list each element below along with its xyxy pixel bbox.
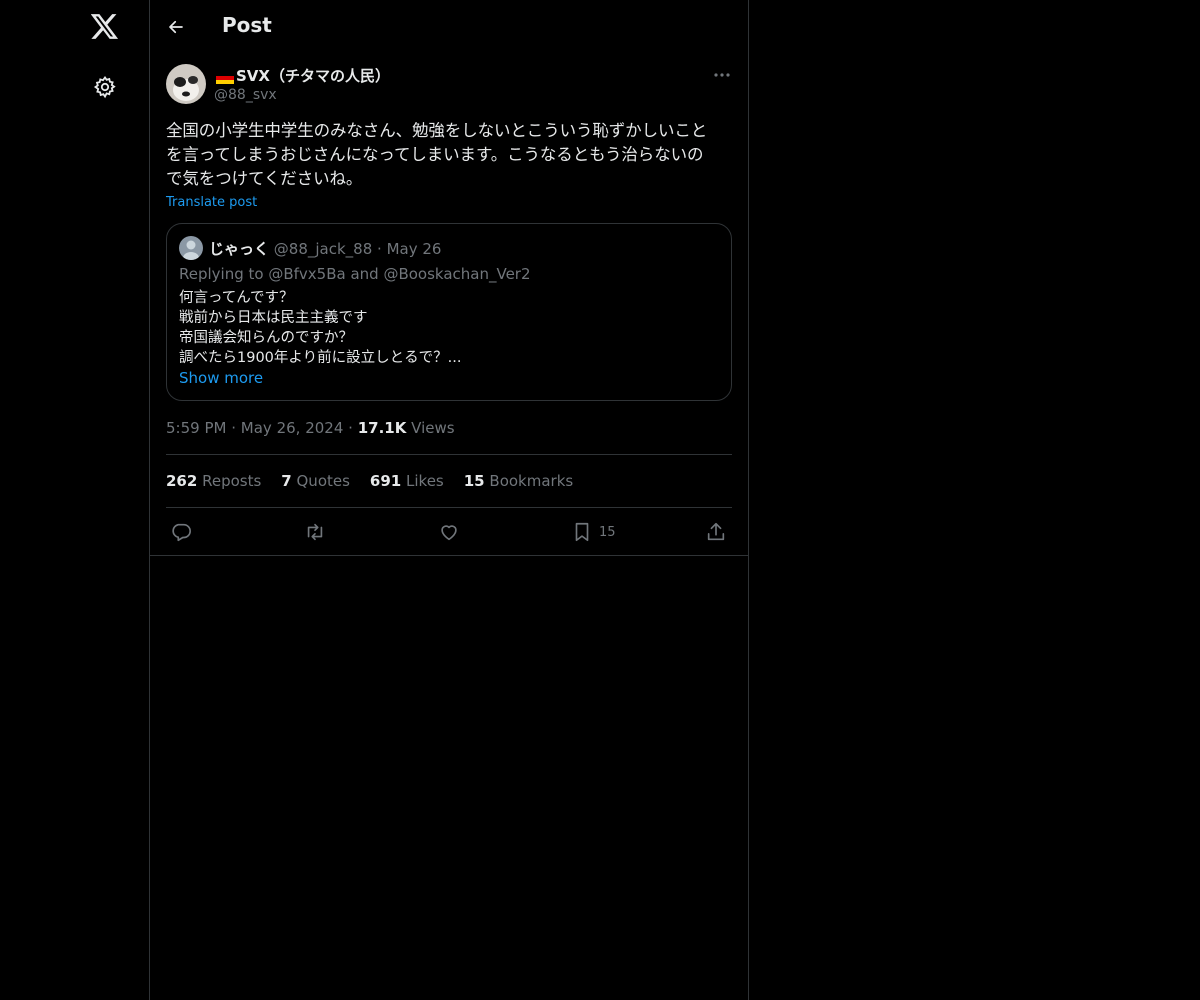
divider xyxy=(150,555,748,556)
x-logo-icon[interactable] xyxy=(89,11,121,43)
quote-header: じゃっく @88_jack_88 · May 26 xyxy=(209,238,441,259)
share-button[interactable] xyxy=(705,519,727,545)
more-dots-icon xyxy=(714,73,730,77)
author-display-name[interactable]: SVX（チタマの人民） xyxy=(216,65,390,86)
quoted-post[interactable]: じゃっく @88_jack_88 · May 26 Replying to @B… xyxy=(166,223,732,401)
bookmark-button[interactable]: 15 xyxy=(571,519,616,545)
reposts-count: 262 xyxy=(166,472,198,490)
quote-show-more-link[interactable]: Show more xyxy=(179,369,263,387)
likes-label: Likes xyxy=(406,472,444,490)
quote-author-handle: @88_jack_88 xyxy=(273,240,373,258)
heart-icon xyxy=(441,525,457,541)
quotes-count: 7 xyxy=(281,472,292,490)
quote-avatar xyxy=(179,236,203,260)
quote-text: 何言ってんです？ 戦前から日本は民主主義です 帝国議会知らんのですか？ 調べたら… xyxy=(179,290,462,366)
post-date[interactable]: May 26, 2024 xyxy=(241,419,344,437)
default-avatar-icon xyxy=(179,236,203,260)
quote-author-name: じゃっく xyxy=(209,240,270,258)
reposts-stat[interactable]: 262 Reposts xyxy=(166,472,261,490)
gear-icon[interactable] xyxy=(91,73,119,101)
quote-separator: · xyxy=(377,240,382,258)
post-time[interactable]: 5:59 PM xyxy=(166,419,226,437)
likes-stat[interactable]: 691 Likes xyxy=(370,472,444,490)
main-column: Post SVX（チタマの人民） @88_svx 全国の小学生中学生のみなさん、… xyxy=(149,0,749,1000)
views-count: 17.1K xyxy=(357,419,407,437)
bookmark-count: 15 xyxy=(599,524,616,540)
post-text: 全国の小学生中学生のみなさん、勉強をしないとこういう恥ずかしいこと を言ってしま… xyxy=(166,121,708,188)
page-title: Post xyxy=(222,13,272,37)
like-button[interactable] xyxy=(438,519,460,545)
author-handle[interactable]: @88_svx xyxy=(214,87,277,103)
repost-button[interactable] xyxy=(303,519,327,545)
repost-icon xyxy=(307,523,323,541)
quotes-stat[interactable]: 7 Quotes xyxy=(281,472,350,490)
meta-separator: · xyxy=(348,419,353,437)
reply-button[interactable] xyxy=(170,519,192,545)
left-nav xyxy=(0,0,150,1000)
divider xyxy=(166,454,732,455)
bookmarks-count: 15 xyxy=(463,472,485,490)
quotes-label: Quotes xyxy=(296,472,350,490)
engagement-stats: 262 Reposts 7 Quotes 691 Likes 15 Bookma… xyxy=(166,472,573,490)
germany-flag-icon xyxy=(216,70,234,84)
arrow-left-icon xyxy=(169,20,183,34)
views-label: Views xyxy=(411,419,455,437)
divider xyxy=(166,507,732,508)
bookmarks-label: Bookmarks xyxy=(489,472,574,490)
top-bar: Post xyxy=(150,0,748,53)
likes-count: 691 xyxy=(369,472,402,490)
reposts-label: Reposts xyxy=(202,472,262,490)
quote-replying-to: Replying to @Bfvx5Ba and @Booskachan_Ver… xyxy=(179,265,531,283)
reply-icon xyxy=(172,523,191,542)
avatar[interactable] xyxy=(166,64,206,104)
action-bar: 15 xyxy=(166,517,732,547)
quote-date: May 26 xyxy=(386,240,442,258)
bookmarks-stat[interactable]: 15 Bookmarks xyxy=(464,472,573,490)
share-icon xyxy=(707,522,725,541)
back-button[interactable] xyxy=(164,15,188,39)
more-options-button[interactable] xyxy=(708,66,736,84)
translate-post-link[interactable]: Translate post xyxy=(166,195,257,210)
bookmark-icon xyxy=(575,522,589,542)
meta-separator: · xyxy=(231,419,237,437)
post-meta: 5:59 PM · May 26, 2024 · 17.1K Views xyxy=(166,419,455,437)
author-name-text: SVX（チタマの人民） xyxy=(236,67,390,85)
